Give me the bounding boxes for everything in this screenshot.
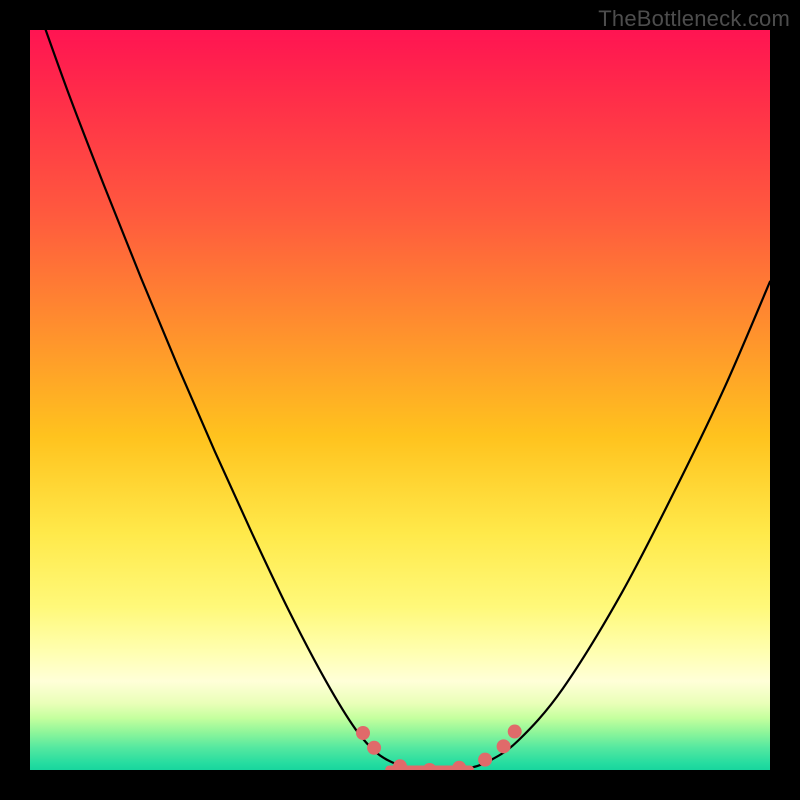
chart-frame: TheBottleneck.com <box>0 0 800 800</box>
highlight-dot <box>508 725 522 739</box>
highlight-dot <box>356 726 370 740</box>
plot-area <box>30 30 770 770</box>
watermark-text: TheBottleneck.com <box>598 6 790 32</box>
highlight-dot <box>497 739 511 753</box>
highlight-dot <box>367 741 381 755</box>
highlight-dots <box>356 725 522 770</box>
highlight-dot <box>478 753 492 767</box>
bottleneck-curve <box>30 30 770 770</box>
curve-layer <box>30 30 770 770</box>
valley-band <box>385 766 474 770</box>
